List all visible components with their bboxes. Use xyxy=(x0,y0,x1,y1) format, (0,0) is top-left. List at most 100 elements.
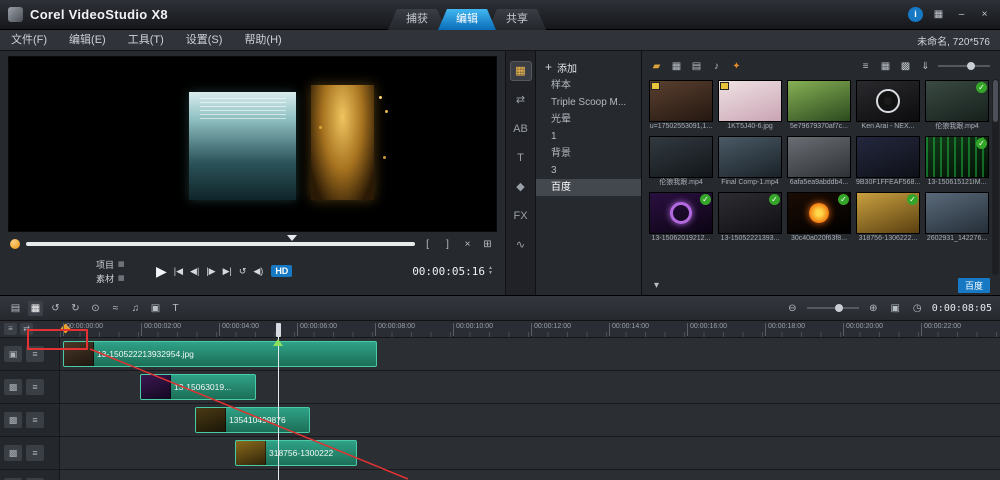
audio-filter-icon[interactable]: ♪ xyxy=(709,59,724,74)
library-thumbnail[interactable]: 9B30F1FFEAF568... xyxy=(856,136,920,188)
sound-mixer-icon[interactable]: ≈ xyxy=(108,301,123,316)
nav-folder[interactable]: 百度 xyxy=(536,179,641,196)
playhead[interactable] xyxy=(278,323,279,480)
transition-icon[interactable]: ⇄ xyxy=(510,90,532,110)
track-type-icon[interactable]: ▩ xyxy=(4,445,22,461)
library-thumbnail[interactable]: ✓13-15062019212... xyxy=(649,192,713,244)
timeline-clip[interactable]: 318756-1300222 xyxy=(235,440,357,466)
preview-timecode[interactable]: 00:00:05:16 xyxy=(412,265,485,278)
options-icon[interactable]: ✦ xyxy=(729,59,744,74)
library-thumbnail[interactable]: ✓13-150615121IM... xyxy=(925,136,989,188)
track-lane[interactable] xyxy=(60,470,1000,480)
clip-mode-toggle[interactable]: 素材▦ xyxy=(96,272,148,285)
mark-in-icon[interactable]: [ xyxy=(420,237,435,252)
library-thumbnail[interactable]: 伦狼我跟.mp4 xyxy=(649,136,713,188)
swap-track-icon[interactable]: ⇄ xyxy=(20,323,33,335)
step-down-icon[interactable]: ▼ xyxy=(488,271,493,276)
track-lane[interactable]: 135410499876 xyxy=(60,404,1000,436)
track-manager-icon[interactable]: ≡ xyxy=(4,323,17,335)
enlarge-preview-icon[interactable]: ⊞ xyxy=(480,237,495,252)
nav-folder[interactable]: Triple Scoop M... xyxy=(536,94,641,111)
zoom-out-icon[interactable]: ⊖ xyxy=(785,301,800,316)
subtitle-editor-icon[interactable]: T xyxy=(168,301,183,316)
track-lane[interactable]: 13-150522213932954.jpg xyxy=(60,338,1000,370)
list-view-icon[interactable]: ≡ xyxy=(858,59,873,74)
nav-folder[interactable]: 光晕 xyxy=(536,111,641,128)
library-thumbnail[interactable]: ✓伦狼我跟.mp4 xyxy=(925,80,989,132)
track-lane[interactable]: 318756-1300222 xyxy=(60,437,1000,469)
title-group-icon[interactable]: AB xyxy=(510,119,532,139)
play-icon[interactable]: ▶ xyxy=(156,263,167,280)
library-thumbnail[interactable]: u=17502553091,1... xyxy=(649,80,713,132)
menu-item[interactable]: 设置(S) xyxy=(175,30,234,50)
library-thumbnail[interactable]: 2602931_142276... xyxy=(925,192,989,244)
playhead-marker[interactable] xyxy=(273,339,283,346)
track-options-icon[interactable]: ≡ xyxy=(26,346,44,362)
track-options-icon[interactable]: ≡ xyxy=(26,412,44,428)
menu-item[interactable]: 帮助(H) xyxy=(233,30,292,50)
timeline-view-icon[interactable]: ▦ xyxy=(28,301,43,316)
timeline-zoom-slider[interactable] xyxy=(807,302,859,314)
hd-badge[interactable]: HD xyxy=(271,265,292,277)
close-icon[interactable]: × xyxy=(977,7,992,22)
library-thumbnail[interactable]: 1KT5J40-6.jpg xyxy=(718,80,782,132)
timeline-clip[interactable]: 13-150522213932954.jpg xyxy=(63,341,377,367)
help-icon[interactable]: i xyxy=(908,7,923,22)
home-icon[interactable]: |◀ xyxy=(174,266,183,277)
small-grid-view-icon[interactable]: ▩ xyxy=(898,59,913,74)
menu-item[interactable]: 工具(T) xyxy=(117,30,175,50)
timecode-stepper[interactable]: ▲▼ xyxy=(488,266,493,276)
grid-view-icon[interactable]: ▦ xyxy=(878,59,893,74)
layout-switch-icon[interactable]: ▦ xyxy=(931,7,946,22)
library-thumbnail[interactable]: ✓13-15052221393... xyxy=(718,192,782,244)
library-thumbnail[interactable]: Ken Arai - NEX... xyxy=(856,80,920,132)
library-scrollbar[interactable] xyxy=(992,79,999,275)
scrub-position-marker[interactable] xyxy=(287,235,297,241)
next-frame-icon[interactable]: |▶ xyxy=(206,266,215,277)
photo-filter-icon[interactable]: ▤ xyxy=(689,59,704,74)
zoom-in-icon[interactable]: ⊕ xyxy=(866,301,881,316)
timeline-clip[interactable]: 13-15063019... xyxy=(140,374,256,400)
project-duration-icon[interactable]: ◷ xyxy=(910,301,925,316)
menu-item[interactable]: 文件(F) xyxy=(0,30,58,50)
redo-icon[interactable]: ↻ xyxy=(68,301,83,316)
menu-item[interactable]: 编辑(E) xyxy=(58,30,117,50)
timeline-clip[interactable]: 135410499876 xyxy=(195,407,310,433)
library-thumbnail[interactable]: ✓30c40a020f63f8... xyxy=(787,192,851,244)
nav-folder[interactable]: 样本 xyxy=(536,77,641,94)
scrub-track[interactable] xyxy=(26,242,415,246)
playhead-handle[interactable] xyxy=(276,323,281,337)
fit-project-icon[interactable]: ▣ xyxy=(888,301,903,316)
library-thumbnail[interactable]: 6afa5ea9abddb4... xyxy=(787,136,851,188)
title-icon[interactable]: T xyxy=(510,148,532,168)
nav-folder[interactable]: 3 xyxy=(536,162,641,179)
import-media-icon[interactable]: ⇓ xyxy=(918,59,933,74)
end-icon[interactable]: ▶| xyxy=(223,266,232,277)
auto-music-icon[interactable]: ♫ xyxy=(128,301,143,316)
split-clip-icon[interactable]: × xyxy=(460,237,475,252)
track-type-icon[interactable]: ▣ xyxy=(4,346,22,362)
volume-icon[interactable]: ◀) xyxy=(253,266,263,277)
timeline-ruler[interactable]: 00:00:00:0000:00:02:0000:00:04:0000:00:0… xyxy=(60,321,1000,338)
motion-track-icon[interactable]: ▣ xyxy=(148,301,163,316)
storyboard-view-icon[interactable]: ▤ xyxy=(8,301,23,316)
record-capture-icon[interactable]: ⊙ xyxy=(88,301,103,316)
track-type-icon[interactable]: ▩ xyxy=(4,412,22,428)
mark-out-icon[interactable]: ] xyxy=(440,237,455,252)
project-mode-toggle[interactable]: 项目▦ xyxy=(96,258,148,271)
add-folder-button[interactable]: + 添加 xyxy=(536,57,641,77)
thumbnail-size-slider[interactable] xyxy=(938,60,990,72)
graphic-icon[interactable]: ◆ xyxy=(510,177,532,197)
filter-fx-icon[interactable]: FX xyxy=(510,206,532,226)
library-thumbnail[interactable]: 5e79679370af7c... xyxy=(787,80,851,132)
tab-capture[interactable]: 捕获 xyxy=(388,9,446,30)
preview-video[interactable] xyxy=(8,56,497,232)
undo-icon[interactable]: ↺ xyxy=(48,301,63,316)
folder-icon[interactable]: ▰ xyxy=(649,59,664,74)
track-options-icon[interactable]: ≡ xyxy=(26,445,44,461)
nav-folder[interactable]: 1 xyxy=(536,128,641,145)
tab-share[interactable]: 共享 xyxy=(488,9,546,30)
media-icon[interactable]: ▦ xyxy=(510,61,532,81)
scrollbar-thumb[interactable] xyxy=(993,80,998,122)
nav-folder[interactable]: 背景 xyxy=(536,145,641,162)
